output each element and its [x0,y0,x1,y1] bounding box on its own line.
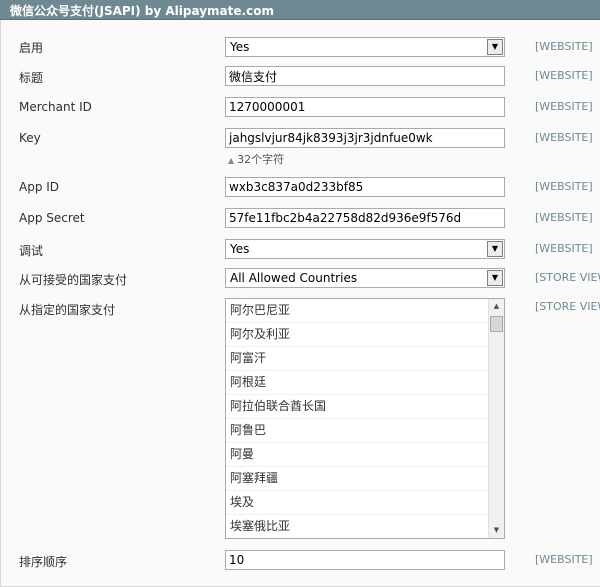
scroll-down-icon[interactable]: ▼ [489,523,504,538]
app-secret-scope: [WEBSITE] [535,211,593,224]
title-input[interactable] [225,66,505,86]
country-option[interactable]: 阿鲁巴 [226,419,489,443]
debug-scope: [WEBSITE] [535,242,593,255]
country-option[interactable]: 阿根廷 [226,371,489,395]
debug-label: 调试 [19,244,44,258]
merchant-id-input[interactable] [225,97,505,117]
country-option[interactable]: 阿富汗 [226,347,489,371]
app-id-label: App ID [19,180,60,194]
country-option[interactable]: 埃塞俄比亚 [226,515,489,538]
country-list: 阿尔巴尼亚 阿尔及利亚 阿富汗 阿根廷 阿拉伯联合酋长国 阿鲁巴 阿曼 阿塞拜疆… [226,299,489,538]
chevron-down-icon[interactable]: ▼ [487,270,503,286]
scroll-up-icon[interactable]: ▲ [489,299,504,314]
chevron-down-icon[interactable]: ▼ [487,241,503,257]
scrollbar-thumb[interactable] [490,316,503,332]
specific-countries-label: 从指定的国家支付 [19,303,116,317]
section-header[interactable]: 微信公众号支付(JSAPI) by Alipaymate.com [0,0,600,20]
country-option[interactable]: 阿曼 [226,443,489,467]
specific-countries-scope: [STORE VIEW] [535,300,600,313]
app-secret-input[interactable] [225,208,505,228]
enabled-label: 启用 [19,41,44,55]
sort-order-label: 排序顺序 [19,555,68,569]
merchant-id-scope: [WEBSITE] [535,100,593,113]
country-option[interactable]: 阿尔及利亚 [226,323,489,347]
key-input[interactable] [225,128,505,148]
allowed-countries-select-value: All Allowed Countries [230,271,358,285]
app-id-scope: [WEBSITE] [535,180,593,193]
app-id-input[interactable] [225,177,505,197]
allowed-countries-scope: [STORE VIEW] [535,271,600,284]
key-hint: ▲ 32个字符 [228,151,284,167]
country-list-scrollbar[interactable]: ▲ ▼ [488,299,504,538]
country-option[interactable]: 埃及 [226,491,489,515]
specific-countries-multiselect[interactable]: 阿尔巴尼亚 阿尔及利亚 阿富汗 阿根廷 阿拉伯联合酋长国 阿鲁巴 阿曼 阿塞拜疆… [225,298,505,539]
allowed-countries-select[interactable]: All Allowed Countries ▼ [225,268,505,288]
section-title: 微信公众号支付(JSAPI) by Alipaymate.com [10,4,274,18]
country-option[interactable]: 阿塞拜疆 [226,467,489,491]
key-label: Key [19,131,41,145]
enabled-select[interactable]: Yes ▼ [225,37,505,57]
app-secret-label: App Secret [19,211,85,225]
enabled-scope: [WEBSITE] [535,40,593,53]
country-option[interactable]: 阿拉伯联合酋长国 [226,395,489,419]
sort-order-input[interactable] [225,550,505,570]
key-hint-text: 32个字符 [237,153,285,166]
title-label: 标题 [19,71,44,85]
chevron-down-icon[interactable]: ▼ [487,39,503,55]
debug-select[interactable]: Yes ▼ [225,239,505,259]
debug-select-value: Yes [230,242,250,256]
title-scope: [WEBSITE] [535,69,593,82]
enabled-select-value: Yes [230,40,250,54]
sort-order-scope: [WEBSITE] [535,553,593,566]
allowed-countries-label: 从可接受的国家支付 [19,273,128,287]
country-option[interactable]: 阿尔巴尼亚 [226,299,489,323]
merchant-id-label: Merchant ID [19,100,92,114]
key-scope: [WEBSITE] [535,131,593,144]
triangle-up-icon: ▲ [228,156,235,165]
